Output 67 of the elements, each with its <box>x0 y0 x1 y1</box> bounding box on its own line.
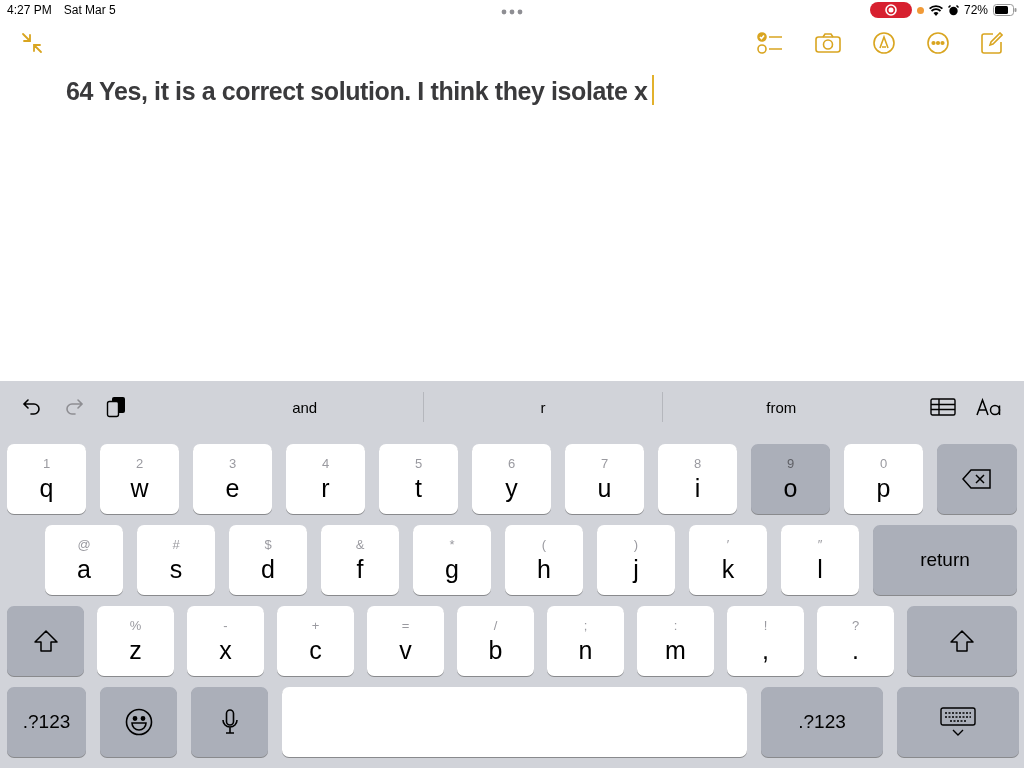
letter-key[interactable]: & f <box>321 525 399 595</box>
letter-key[interactable]: 3 e <box>193 444 272 514</box>
text-format-icon[interactable] <box>976 398 1002 416</box>
wifi-icon <box>928 4 943 16</box>
note-text[interactable]: 64 Yes, it is a correct solution. I think they isolate x <box>66 75 648 107</box>
letter-key[interactable]: 1 q <box>7 444 86 514</box>
compose-icon[interactable] <box>981 31 1003 54</box>
letter-key[interactable]: ′ k <box>689 525 767 595</box>
numbers-key[interactable]: .?123 <box>761 687 883 757</box>
microphone-key[interactable] <box>191 687 268 757</box>
letter-key[interactable]: # s <box>137 525 215 595</box>
alarm-icon <box>947 4 959 16</box>
table-icon[interactable] <box>930 398 956 416</box>
collapse-icon[interactable] <box>21 31 43 54</box>
backspace-icon <box>962 469 992 489</box>
text-cursor <box>651 75 654 105</box>
undo-icon[interactable] <box>22 398 42 416</box>
multitasking-icon[interactable] <box>501 9 523 15</box>
letter-key[interactable]: 6 y <box>472 444 551 514</box>
letter-key[interactable]: ″ l <box>781 525 859 595</box>
return-key[interactable]: return <box>873 525 1017 595</box>
letter-key[interactable]: * g <box>413 525 491 595</box>
emoji-key[interactable] <box>100 687 177 757</box>
redo-icon[interactable] <box>64 398 84 416</box>
suggestion[interactable]: from <box>662 398 900 416</box>
letter-key[interactable]: @ a <box>45 525 123 595</box>
suggestion[interactable]: and <box>186 398 424 416</box>
letter-key[interactable]: 8 i <box>658 444 737 514</box>
letter-key[interactable]: - x <box>187 606 264 676</box>
microphone-icon <box>221 709 238 735</box>
checklist-icon[interactable] <box>757 31 783 54</box>
shift-key[interactable] <box>7 606 84 676</box>
letter-key[interactable]: 5 t <box>379 444 458 514</box>
letter-key[interactable]: 7 u <box>565 444 644 514</box>
suggestion[interactable]: r <box>424 398 662 416</box>
letter-key[interactable]: ( h <box>505 525 583 595</box>
keyboard-icon <box>940 707 976 737</box>
battery-icon <box>993 4 1017 16</box>
letter-key[interactable]: 9 o <box>751 444 830 514</box>
letter-key[interactable]: $ d <box>229 525 307 595</box>
paste-icon[interactable] <box>106 396 126 418</box>
letter-key[interactable]: 0 p <box>844 444 923 514</box>
smiley-icon <box>124 708 153 736</box>
battery-percent: 72% <box>963 3 988 17</box>
dot-icon <box>916 6 924 14</box>
letter-key[interactable]: 4 r <box>286 444 365 514</box>
letter-key[interactable]: ? . <box>817 606 894 676</box>
numbers-key[interactable]: .?123 <box>7 687 86 757</box>
hide-keyboard-key[interactable] <box>897 687 1019 757</box>
letter-key[interactable]: : m <box>637 606 714 676</box>
letter-key[interactable]: 2 w <box>100 444 179 514</box>
shift-icon <box>950 630 974 652</box>
delete-key[interactable] <box>937 444 1017 514</box>
letter-key[interactable]: / b <box>457 606 534 676</box>
recording-icon[interactable] <box>869 2 912 18</box>
status-time: 4:27 PM <box>7 3 52 17</box>
shift-icon <box>33 630 58 652</box>
status-date: Sat Mar 5 <box>63 3 116 17</box>
letter-key[interactable]: ) j <box>597 525 675 595</box>
letter-key[interactable]: ! , <box>727 606 804 676</box>
markup-pen-icon[interactable] <box>873 31 895 54</box>
letter-key[interactable]: ; n <box>547 606 624 676</box>
more-icon[interactable] <box>927 31 949 54</box>
letter-key[interactable]: % z <box>97 606 174 676</box>
camera-icon[interactable] <box>815 32 841 53</box>
letter-key[interactable]: + c <box>277 606 354 676</box>
letter-key[interactable]: = v <box>367 606 444 676</box>
